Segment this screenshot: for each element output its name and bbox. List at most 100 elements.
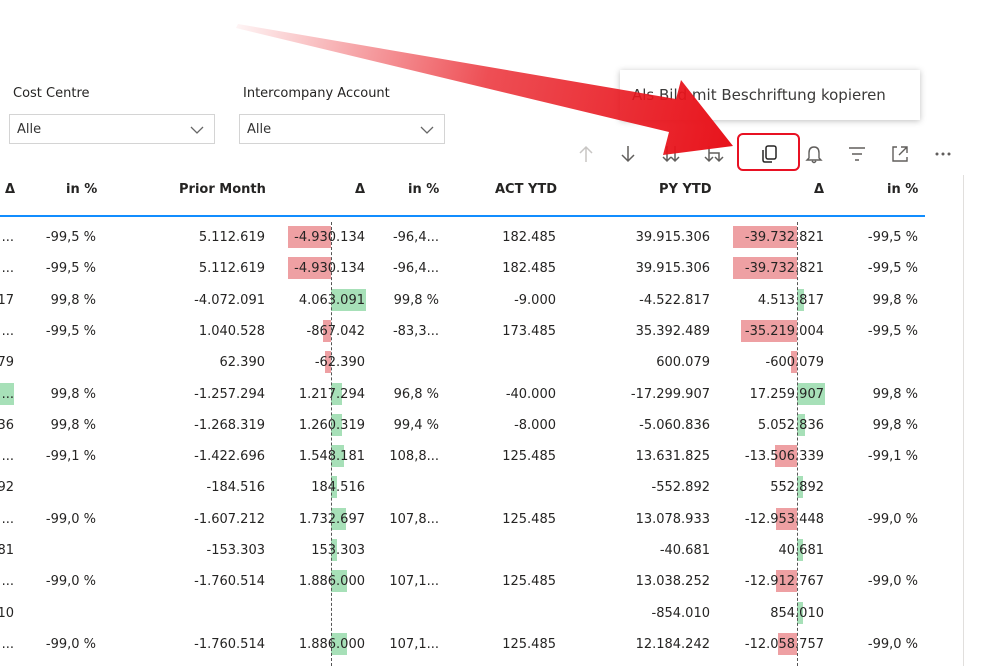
pct-cell: -99,1 % (45, 449, 96, 465)
py-ytd-delta-cell: 552.892 (770, 480, 824, 496)
act-ytd-cell: 125.485 (502, 449, 556, 465)
table-row[interactable]: ... -99,0 % -1.760.514 1.886.000 107,1... 125… (0, 629, 925, 660)
focus-mode-icon[interactable] (886, 140, 914, 168)
prior-month-cell: -153.303 (206, 543, 265, 558)
delta-cell: ... (1, 449, 14, 465)
filter-icon[interactable] (843, 140, 871, 168)
prior-month-pct-cell: 107,1... (389, 636, 439, 652)
prior-month-delta-cell: 1.217.294 (298, 386, 365, 402)
pct-cell: 99,8 % (50, 386, 96, 402)
prior-month-pct-cell: 108,8... (389, 449, 439, 465)
prior-month-cell: -1.760.514 (194, 636, 265, 652)
act-ytd-cell: 125.485 (502, 511, 556, 527)
table-row[interactable]: 36 99,8 % -1.268.319 1.260.319 99,4 % -8.000 -… (0, 410, 925, 441)
header-delta-3[interactable]: Δ (814, 182, 824, 197)
delta-cell: 81 (0, 543, 14, 558)
py-ytd-delta-cell: -12.058.757 (744, 636, 824, 652)
py-ytd-pct-cell (848, 347, 918, 378)
act-ytd-cell: -40.000 (505, 386, 556, 402)
cost-centre-dropdown[interactable]: Alle (9, 114, 215, 144)
py-ytd-cell: -552.892 (651, 480, 710, 496)
arrow-down-icon[interactable] (614, 140, 642, 168)
delta-cell: 79 (0, 355, 14, 371)
expand-next-level-icon[interactable] (700, 140, 728, 168)
py-ytd-cell: -4.522.817 (639, 292, 710, 308)
header-prior-month[interactable]: Prior Month (179, 182, 266, 197)
pct-cell: -99,5 % (45, 261, 96, 277)
pct-cell: -99,0 % (45, 511, 96, 527)
act-ytd-cell: -8.000 (514, 417, 556, 433)
prior-month-cell: 1.040.528 (198, 323, 265, 339)
drill-all-down-icon[interactable] (657, 140, 685, 168)
prior-month-cell: -1.257.294 (194, 386, 265, 402)
cost-centre-label: Cost Centre (13, 86, 90, 101)
act-ytd-cell: 173.485 (502, 323, 556, 339)
table-row[interactable]: 10 -854.010 854.010 (0, 598, 925, 629)
table-row[interactable]: 79 62.390 -62.390 600.079 -600.079 (0, 347, 925, 378)
table-row[interactable]: ... -99,0 % -1.760.514 1.886.000 107,1... 125… (0, 566, 925, 597)
table-row[interactable]: 81 -153.303 153.303 -40.681 40.681 (0, 535, 925, 566)
prior-month-cell: -1.422.696 (194, 449, 265, 465)
table-row[interactable]: ... -99,1 % -1.422.696 1.548.181 108,8... 125… (0, 441, 925, 472)
chevron-down-icon (420, 124, 434, 139)
py-ytd-pct-cell: -99,0 % (867, 636, 918, 652)
py-ytd-delta-cell: 854.010 (770, 605, 824, 621)
py-ytd-pct-cell: -99,0 % (867, 511, 918, 527)
more-options-icon[interactable] (929, 140, 957, 168)
table-header: Δ in % Prior Month Δ in % ACT YTD PY YTD… (0, 182, 925, 208)
py-ytd-pct-cell: -99,5 % (867, 230, 918, 245)
act-ytd-cell: -9.000 (514, 292, 556, 308)
py-ytd-delta-cell: -13.506.339 (744, 449, 824, 465)
header-act-ytd[interactable]: ACT YTD (495, 182, 557, 197)
delta-cell: 17 (0, 292, 14, 308)
header-py-ytd[interactable]: PY YTD (659, 182, 712, 197)
table-row[interactable]: 17 99,8 % -4.072.091 4.063.091 99,8 % -9.000 -… (0, 285, 925, 316)
pct-cell: -99,5 % (45, 230, 96, 245)
prior-month-delta-cell: 153.303 (311, 543, 365, 558)
prior-month-delta-cell: -4.930.134 (294, 230, 365, 245)
prior-month-delta-cell (275, 598, 365, 629)
prior-month-pct-cell: 96,8 % (393, 386, 439, 402)
header-pct-3[interactable]: in % (887, 182, 918, 197)
table-row[interactable]: ... -99,5 % 5.112.619 -4.930.134 -96,4... 182… (0, 253, 925, 284)
pct-cell: 99,8 % (50, 292, 96, 308)
prior-month-pct-cell: 99,8 % (393, 292, 439, 308)
pct-cell: -99,0 % (45, 574, 96, 590)
table-row[interactable]: ... -99,0 % -1.607.212 1.732.697 107,8... 125… (0, 504, 925, 535)
table-row[interactable]: ... -99,5 % 1.040.528 -867.042 -83,3... 173.4… (0, 316, 925, 347)
header-delta-2[interactable]: Δ (355, 182, 365, 197)
prior-month-pct-cell: -96,4... (392, 261, 439, 277)
pct-cell: 99,8 % (50, 417, 96, 433)
prior-month-cell: -184.516 (206, 480, 265, 496)
pct-cell: -99,0 % (45, 636, 96, 652)
py-ytd-pct-cell: 99,8 % (872, 386, 918, 402)
header-pct-1[interactable]: in % (66, 182, 97, 197)
delta-cell: 10 (0, 605, 14, 621)
py-ytd-delta-cell: -12.953.448 (744, 511, 824, 527)
py-ytd-cell: -5.060.836 (639, 417, 710, 433)
table-row[interactable]: ... 99,8 % -1.257.294 1.217.294 96,8 % -40.00… (0, 379, 925, 410)
cost-centre-value: Alle (17, 122, 42, 137)
copy-icon-highlight (737, 133, 800, 171)
prior-month-delta-cell: 1.886.000 (298, 574, 365, 590)
py-ytd-axis (797, 222, 798, 666)
table-row[interactable]: ... -99,5 % 5.112.619 -4.930.134 -96,4... 182… (0, 222, 925, 253)
prior-month-cell: 62.390 (219, 355, 266, 371)
header-pct-2[interactable]: in % (408, 182, 439, 197)
py-ytd-cell: 35.392.489 (635, 323, 710, 339)
header-delta-1[interactable]: Δ (5, 182, 15, 197)
prior-month-cell: -1.607.212 (194, 511, 265, 527)
table-row[interactable]: 92 -184.516 184.516 -552.892 552.892 (0, 472, 925, 503)
prior-month-delta-cell: -867.042 (306, 323, 365, 339)
prior-month-delta-cell: 1.260.319 (298, 417, 365, 433)
pct-cell (26, 598, 96, 629)
intercompany-account-dropdown[interactable]: Alle (239, 114, 445, 144)
py-ytd-cell: -40.681 (659, 543, 710, 558)
bell-icon[interactable] (800, 140, 828, 168)
prior-month-cell: 5.112.619 (198, 230, 265, 245)
header-underline (0, 215, 925, 217)
py-ytd-pct-cell: 99,8 % (872, 417, 918, 433)
copy-tooltip: Als Bild mit Beschriftung kopieren (620, 70, 920, 120)
py-ytd-delta-cell: 4.513.817 (757, 292, 824, 308)
arrow-up-icon[interactable] (572, 140, 600, 168)
